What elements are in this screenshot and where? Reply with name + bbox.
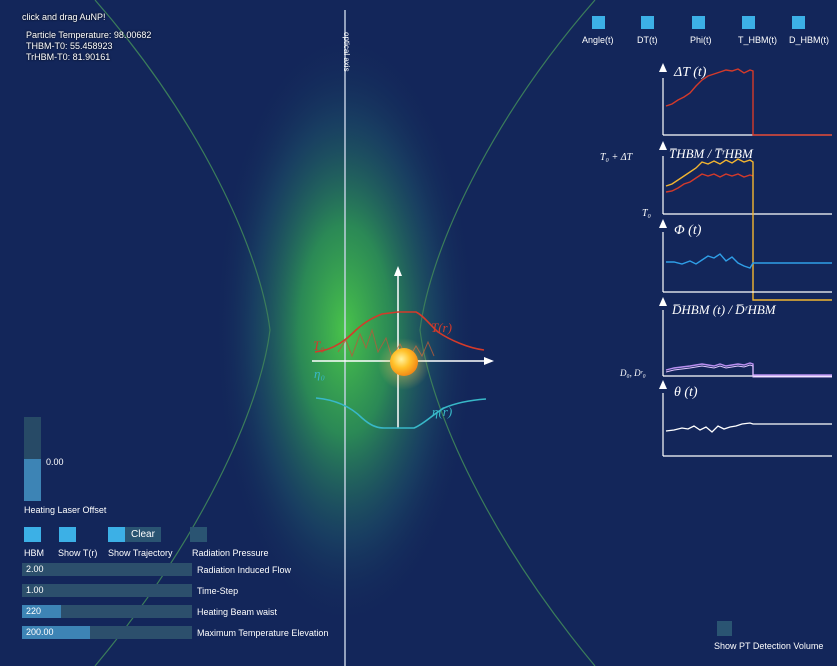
t-hbm-panel [659,141,832,301]
radiation-pressure-toggle-label: Radiation Pressure [192,548,269,558]
heating-beam-waist-label: Heating Beam waist [197,607,278,617]
heating-beam-waist-value: 220 [26,606,42,616]
phi-title: Φ (t) [674,223,702,238]
show-trajectory-toggle[interactable] [108,527,125,542]
optical-axis-label: optical axis [342,32,351,72]
drag-hint: click and drag AuNP! [22,12,106,22]
t0-label: T₀ [313,338,325,353]
heating-laser-offset-fill [24,459,41,501]
show-tr-toggle[interactable] [59,527,76,542]
max-temperature-elevation-value: 200.00 [26,627,54,637]
radiation-pressure-toggle[interactable] [190,527,207,542]
max-temperature-elevation-slider[interactable]: 200.00 [22,626,192,639]
eta0-label: η₀ [314,366,325,381]
phi-curve [666,253,832,269]
time-step-label: Time-Step [197,586,239,596]
clear-button[interactable]: Clear [125,527,161,542]
delta-t-title: ΔT (t) [673,65,707,80]
heating-laser-offset-value: 0.00 [46,457,64,467]
show-trajectory-toggle-label: Show Trajectory [108,548,173,558]
etar-label: η(r) [432,404,453,419]
gold-nanoparticle[interactable] [390,348,418,376]
angle-toggle-label: Angle(t) [582,35,614,45]
pt-detection-volume-toggle[interactable] [717,621,732,636]
dt-toggle-label: DT(t) [637,35,658,45]
phi-toggle-label: Phi(t) [690,35,712,45]
d-hbm-toggle[interactable] [792,16,805,29]
heating-laser-offset-slider[interactable] [24,417,41,501]
hbm-toggle-label: HBM [24,548,44,558]
trhbm-readout: TrHBM-T0: 81.90161 [26,52,111,62]
radiation-induced-flow-slider[interactable]: 2.00 [22,563,192,576]
t-hbm-toggle-label: T_HBM(t) [738,35,777,45]
tr-label: T(r) [431,320,452,335]
hbm-toggle[interactable] [24,527,41,542]
t0-plus-dt-tick: T₀ + ΔT [600,152,634,163]
phi-toggle[interactable] [692,16,705,29]
theta-title: θ (t) [674,385,698,400]
radiation-induced-flow-value: 2.00 [26,564,44,574]
t-hbm-title: T̅HBM / T̅ʳHBM [669,146,754,161]
radiation-induced-flow-label: Radiation Induced Flow [197,565,292,575]
theta-curve [665,422,832,433]
pt-detection-volume-label: Show PT Detection Volume [714,641,824,651]
dt-toggle[interactable] [641,16,654,29]
thbm-readout: THBM-T0: 55.458923 [26,41,113,51]
t0-tick: T₀ [642,208,652,219]
d-hbm-curve [665,362,832,376]
d0-tick: D₀, Dʳ₀ [619,368,646,378]
angle-toggle[interactable] [592,16,605,29]
t-hbm-curve [665,173,754,193]
heating-laser-offset-label: Heating Laser Offset [24,505,107,515]
heating-beam-waist-slider[interactable]: 220 [22,605,192,618]
time-step-value: 1.00 [26,585,44,595]
max-temperature-elevation-label: Maximum Temperature Elevation [197,628,329,638]
t-hbm-toggle[interactable] [742,16,755,29]
d-hbm-title: D̅HBM (t) / D̅ʳHBM [671,302,777,317]
show-tr-toggle-label: Show T(r) [58,548,98,558]
d-hbm-toggle-label: D_HBM(t) [789,35,829,45]
particle-temperature-readout: Particle Temperature: 98.00682 [26,30,152,40]
time-step-slider[interactable]: 1.00 [22,584,192,597]
time-series-panels: ΔT (t) T̅HBM / T̅ʳHBM T₀ + ΔT T₀ Φ (t) D… [600,63,832,457]
